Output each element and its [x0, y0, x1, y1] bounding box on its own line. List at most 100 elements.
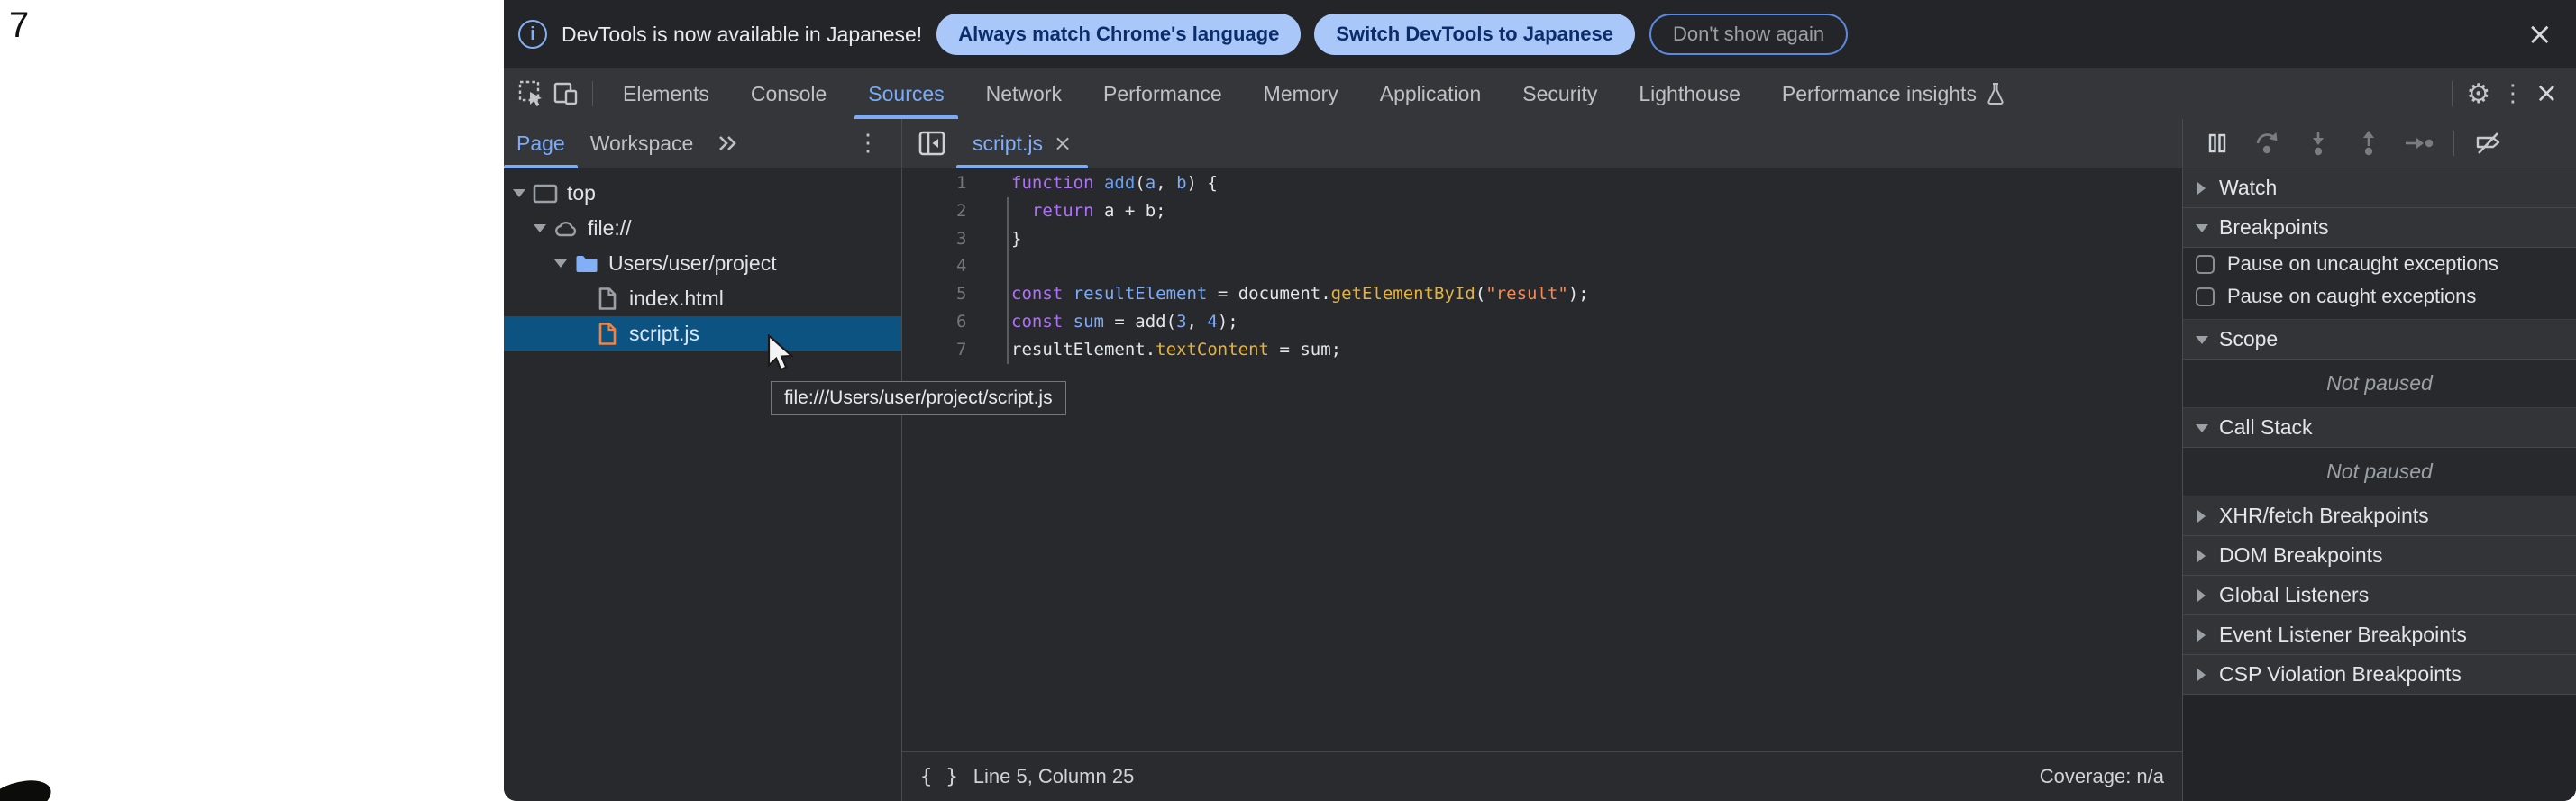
line-number: 4 [956, 252, 966, 280]
tab-performance[interactable]: Performance [1082, 68, 1243, 119]
navigator-pane: PageWorkspace ⋮ top file:// Users/user/pro… [504, 119, 902, 801]
expand-arrow-icon[interactable] [554, 259, 567, 269]
tree-item-users-user-project[interactable]: Users/user/project [504, 246, 901, 281]
file-tree: top file:// Users/user/project index.html sc… [504, 168, 901, 801]
line-number: 2 [956, 197, 966, 225]
tree-item-top[interactable]: top [504, 176, 901, 211]
chevron-right-icon [2196, 589, 2208, 602]
mouse-cursor [766, 334, 797, 374]
tab-sources[interactable]: Sources [847, 68, 964, 119]
step-over-icon[interactable] [2243, 125, 2293, 161]
sources-panel: PageWorkspace ⋮ top file:// Users/user/pro… [504, 119, 2576, 801]
tab-console[interactable]: Console [730, 68, 847, 119]
more-tabs-icon[interactable] [711, 125, 745, 161]
settings-gear-icon[interactable]: ⚙ [2462, 76, 2496, 112]
chevron-right-icon [2196, 669, 2208, 681]
section-title: XHR/fetch Breakpoints [2219, 504, 2429, 528]
checkbox[interactable] [2196, 287, 2215, 306]
tab-lighthouse[interactable]: Lighthouse [1618, 68, 1761, 119]
step-icon[interactable] [2394, 125, 2444, 161]
debugger-sections: WatchBreakpointsPause on uncaught except… [2183, 168, 2576, 801]
tab-performance-insights[interactable]: Performance insights [1761, 68, 2026, 119]
section-global-listeners[interactable]: Global Listeners [2183, 576, 2576, 615]
debugger-pane: WatchBreakpointsPause on uncaught except… [2182, 119, 2576, 801]
code-line-4: 4 [902, 252, 2182, 280]
section-scope[interactable]: Scope [2183, 320, 2576, 360]
switch-to-japanese-button[interactable]: Switch DevTools to Japanese [1314, 14, 1635, 55]
more-options-menu-icon[interactable]: ⋮ [2496, 76, 2530, 112]
tab-label: Lighthouse [1639, 82, 1740, 106]
tree-item-label: Users/user/project [608, 251, 777, 276]
tree-item-file-[interactable]: file:// [504, 211, 901, 246]
tab-memory[interactable]: Memory [1243, 68, 1359, 119]
code-line-text: return a + b; [1011, 197, 1166, 225]
editor-status-bar: { } Line 5, Column 25 Coverage: n/a [902, 751, 2182, 801]
section-csp-violation-breakpoints[interactable]: CSP Violation Breakpoints [2183, 655, 2576, 695]
tree-indent [575, 294, 588, 305]
bottom-left-shape [0, 773, 56, 801]
tab-application[interactable]: Application [1359, 68, 1503, 119]
section-watch[interactable]: Watch [2183, 168, 2576, 208]
checkbox[interactable] [2196, 255, 2215, 274]
section-title: Breakpoints [2219, 215, 2328, 240]
navigator-more-options-icon[interactable]: ⋮ [851, 125, 885, 161]
chevron-down-icon [2196, 333, 2208, 346]
navigator-tabs: PageWorkspace [504, 119, 706, 168]
tree-item-label: top [567, 181, 596, 205]
toggle-navigator-icon[interactable] [915, 125, 949, 161]
file-icon [595, 287, 620, 311]
editor-tabbar: script.js × [902, 119, 2182, 168]
screenshot-stage: 7 i DevTools is now available in Japanes… [0, 0, 2576, 801]
code-editor[interactable]: 1function add(a, b) {2 return a + b;3}45… [902, 169, 2182, 751]
navigator-tab-page[interactable]: Page [504, 119, 578, 168]
infobar-message: DevTools is now available in Japanese! [562, 23, 922, 47]
tree-item-script-js[interactable]: script.js [504, 316, 901, 351]
code-line-text: const sum = add(3, 4); [1011, 308, 1238, 336]
infobar-buttons: Always match Chrome's language Switch Dev… [936, 14, 1635, 55]
file-icon [595, 323, 620, 346]
tab-network[interactable]: Network [965, 68, 1082, 119]
always-match-language-button[interactable]: Always match Chrome's language [936, 14, 1301, 55]
infobar-close-button[interactable]: × [2522, 19, 2559, 50]
line-number: 6 [956, 308, 966, 336]
coverage-label: Coverage: n/a [2040, 765, 2164, 788]
step-out-icon[interactable] [2343, 125, 2394, 161]
pause-script-icon[interactable] [2192, 125, 2243, 161]
navigator-tab-workspace[interactable]: Workspace [578, 119, 707, 168]
code-line-5: 5const resultElement = document.getEleme… [902, 280, 2182, 308]
section-event-listener-breakpoints[interactable]: Event Listener Breakpoints [2183, 615, 2576, 655]
chevron-right-icon [2196, 550, 2208, 562]
section-title: Scope [2219, 327, 2278, 351]
section-xhr-fetch-breakpoints[interactable]: XHR/fetch Breakpoints [2183, 496, 2576, 536]
tree-indent [575, 329, 588, 340]
tab-elements[interactable]: Elements [602, 68, 730, 119]
section-title: DOM Breakpoints [2219, 543, 2383, 568]
tab-label: Performance [1103, 82, 1222, 106]
expand-arrow-icon[interactable] [513, 188, 525, 199]
dont-show-again-button[interactable]: Don't show again [1649, 14, 1848, 55]
step-into-icon[interactable] [2293, 125, 2343, 161]
section-dom-breakpoints[interactable]: DOM Breakpoints [2183, 536, 2576, 576]
line-number: 3 [956, 225, 966, 253]
devtools-language-infobar: i DevTools is now available in Japanese!… [504, 0, 2576, 68]
chevron-right-icon [2196, 182, 2208, 195]
devtools-close-button[interactable]: × [2530, 80, 2563, 107]
expand-arrow-icon[interactable] [534, 223, 546, 234]
tab-label: Application [1380, 82, 1482, 106]
section-call-stack[interactable]: Call Stack [2183, 408, 2576, 448]
editor-tab-close-icon[interactable]: × [1054, 131, 1072, 156]
tree-item-index-html[interactable]: index.html [504, 281, 901, 316]
tab-label: Sources [868, 82, 944, 106]
editor-tab-label: script.js [973, 132, 1043, 156]
tree-item-label: index.html [629, 287, 724, 311]
device-toolbar-icon[interactable] [549, 76, 583, 112]
deactivate-breakpoints-icon[interactable] [2463, 125, 2514, 161]
tab-security[interactable]: Security [1502, 68, 1618, 119]
chevron-down-icon [2196, 222, 2208, 234]
inspect-element-icon[interactable] [515, 76, 549, 112]
pretty-print-icon[interactable]: { } [920, 766, 959, 788]
file-path-tooltip: file:///Users/user/project/script.js [771, 381, 1066, 415]
editor-tab-scriptjs[interactable]: script.js × [956, 119, 1088, 168]
section-title: Call Stack [2219, 415, 2313, 440]
section-breakpoints[interactable]: Breakpoints [2183, 208, 2576, 248]
